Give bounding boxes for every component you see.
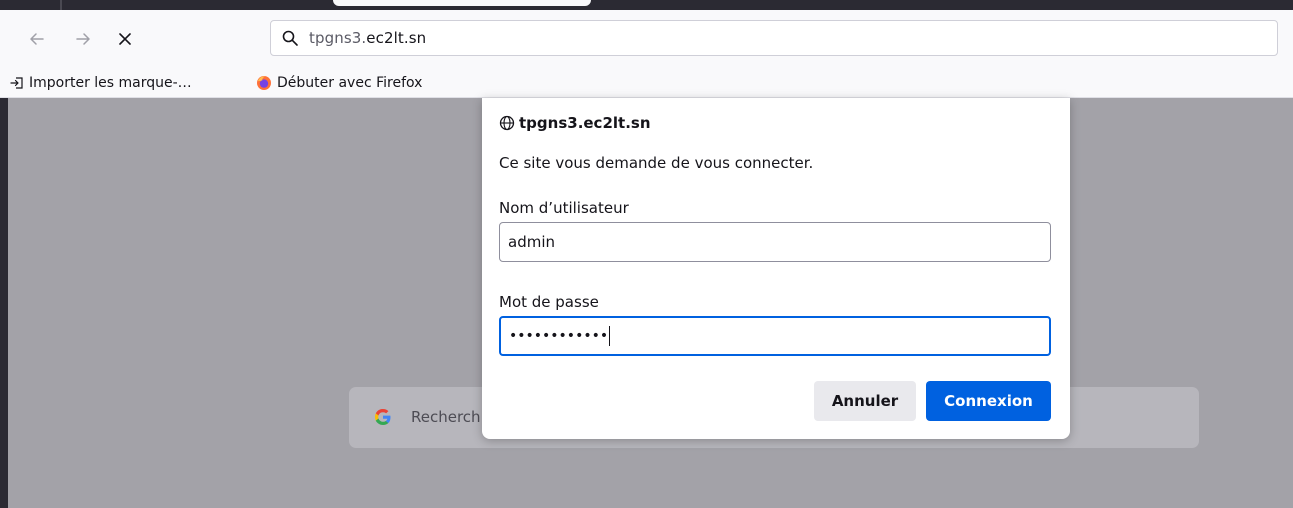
- stop-loading-button[interactable]: [110, 24, 140, 54]
- navigation-toolbar: tpgns3.ec2lt.sn: [0, 10, 1293, 68]
- password-dots: ••••••••••••: [509, 328, 609, 344]
- forward-button[interactable]: [68, 24, 98, 54]
- forward-arrow-icon: [76, 33, 90, 45]
- google-icon: [375, 409, 391, 425]
- firefox-icon: [257, 76, 271, 90]
- tab-strip: [0, 0, 1293, 10]
- login-button[interactable]: Connexion: [926, 381, 1051, 421]
- url-text: tpgns3.ec2lt.sn: [309, 29, 426, 47]
- bookmark-firefox[interactable]: Débuter avec Firefox: [256, 72, 422, 94]
- text-caret: [609, 326, 611, 346]
- search-icon: [282, 30, 298, 46]
- bookmark-import-label: Importer les marque-…: [29, 75, 192, 91]
- back-arrow-icon: [30, 33, 44, 45]
- password-field[interactable]: ••••••••••••: [499, 316, 1051, 356]
- window-edge: [0, 98, 8, 508]
- password-value: ••••••••••••: [509, 326, 611, 346]
- bookmark-import[interactable]: Importer les marque-…: [10, 72, 192, 94]
- http-auth-dialog: tpgns3.ec2lt.sn Ce site vous demande de …: [482, 98, 1070, 439]
- url-bar[interactable]: tpgns3.ec2lt.sn: [270, 20, 1278, 56]
- url-subdomain: tpgns3.: [309, 29, 367, 47]
- tab-separator: [60, 0, 62, 10]
- search-placeholder: Recherch: [411, 408, 481, 426]
- dialog-site: tpgns3.ec2lt.sn: [499, 114, 651, 132]
- import-icon: [10, 77, 23, 89]
- url-domain: ec2lt.sn: [366, 29, 427, 47]
- globe-icon: [499, 115, 515, 131]
- bookmarks-toolbar: Importer les marque-… Débuter avec Firef…: [0, 68, 1293, 98]
- username-field[interactable]: [499, 222, 1051, 262]
- close-icon: [119, 33, 131, 45]
- dialog-message: Ce site vous demande de vous connecter.: [499, 154, 814, 172]
- bookmark-firefox-label: Débuter avec Firefox: [277, 75, 423, 91]
- active-tab[interactable]: [333, 0, 591, 6]
- cancel-button[interactable]: Annuler: [814, 381, 916, 421]
- back-button[interactable]: [22, 24, 52, 54]
- username-label: Nom d’utilisateur: [499, 199, 629, 217]
- password-label: Mot de passe: [499, 293, 599, 311]
- dialog-site-label: tpgns3.ec2lt.sn: [519, 114, 651, 132]
